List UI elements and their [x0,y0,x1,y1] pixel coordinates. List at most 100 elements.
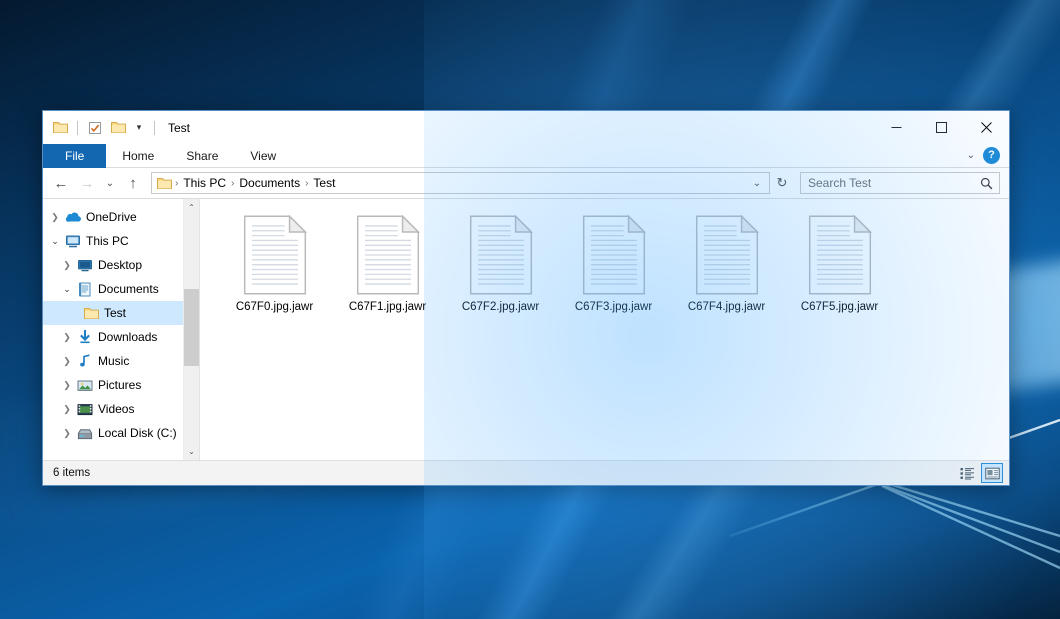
sidebar-item-label: Downloads [95,330,157,344]
file-item[interactable]: C67F5.jpg.jawr [783,211,896,329]
sidebar-item-this-pc[interactable]: ⌄ This PC [43,229,183,253]
scroll-up-button[interactable]: ⌃ [184,199,200,216]
help-icon[interactable]: ? [983,147,1000,164]
breadcrumb-item-this-pc[interactable]: This PC [179,176,230,190]
chevron-right-icon[interactable]: ❯ [59,428,75,439]
tab-file[interactable]: File [43,144,106,168]
file-name: C67F1.jpg.jawr [349,301,426,315]
large-icons-view-button[interactable] [981,463,1003,483]
search-icon[interactable] [978,177,995,190]
downloads-icon [75,330,95,344]
sidebar-item-label: Music [95,354,129,368]
search-box[interactable] [800,172,1000,194]
window-controls [874,111,1009,144]
file-name: C67F4.jpg.jawr [688,301,765,315]
sidebar-item-pictures[interactable]: ❯ Pictures [43,373,183,397]
breadcrumb-item-test[interactable]: Test [309,176,339,190]
status-bar: 6 items [43,460,1009,485]
qat-dropdown-icon[interactable]: ▾ [132,123,146,132]
documents-icon [75,282,95,297]
file-name: C67F0.jpg.jawr [236,301,313,315]
music-icon [75,354,95,368]
sidebar-item-onedrive[interactable]: ❯ OneDrive [43,205,183,229]
generic-file-icon [808,215,872,295]
folder-icon[interactable] [51,119,69,137]
sidebar-item-videos[interactable]: ❯ Videos [43,397,183,421]
sidebar-item-label: Pictures [95,378,141,392]
minimize-button[interactable] [874,111,919,144]
file-explorer-window: ▾ Test File Home Share View [42,110,1010,486]
chevron-down-icon[interactable]: ⌄ [47,236,63,247]
chevron-right-icon[interactable]: ❯ [59,356,75,367]
breadcrumb-dropdown-icon[interactable]: ⌄ [747,173,767,193]
maximize-button[interactable] [919,111,964,144]
sidebar-item-label: This PC [83,234,129,248]
sidebar-item-label: Test [101,306,126,320]
window-body: ❯ OneDrive ⌄ [43,198,1009,460]
file-name: C67F5.jpg.jawr [801,301,878,315]
chevron-right-icon[interactable]: ❯ [59,260,75,271]
pictures-icon [75,379,95,392]
onedrive-icon [63,211,83,223]
sidebar-item-label: Documents [95,282,159,296]
generic-file-icon [469,215,533,295]
navigation-scrollbar[interactable]: ⌃ ⌄ [183,199,199,460]
sidebar-item-label: Local Disk (C:) [95,426,177,440]
sidebar-item-documents[interactable]: ⌄ Documents [43,277,183,301]
qat-separator [77,121,78,135]
view-toggle-group [956,463,1003,483]
navigation-list: ❯ OneDrive ⌄ [43,199,183,460]
generic-file-icon [243,215,307,295]
tab-view[interactable]: View [234,144,292,168]
properties-icon[interactable] [86,119,104,137]
chevron-down-icon[interactable]: ⌄ [967,150,975,161]
file-list-view[interactable]: C67F0.jpg.jawr C67F1.jpg.jawr [200,199,1009,460]
generic-file-icon [582,215,646,295]
scroll-down-button[interactable]: ⌄ [184,443,200,460]
file-item[interactable]: C67F3.jpg.jawr [557,211,670,329]
sidebar-item-label: Videos [95,402,134,416]
title-bar: ▾ Test [43,111,1009,144]
sidebar-item-local-disk-c[interactable]: ❯ Local Disk (C:) [43,421,183,445]
close-button[interactable] [964,111,1009,144]
recent-locations-button[interactable]: ⌄ [101,171,119,195]
file-item[interactable]: C67F1.jpg.jawr [331,211,444,329]
sidebar-item-desktop[interactable]: ❯ Desktop [43,253,183,277]
desktop-icon [75,259,95,272]
file-name: C67F3.jpg.jawr [575,301,652,315]
file-name: C67F2.jpg.jawr [462,301,539,315]
desktop-wallpaper: ▾ Test File Home Share View [0,0,1060,619]
chevron-down-icon[interactable]: ⌄ [59,284,75,295]
sidebar-item-music[interactable]: ❯ Music [43,349,183,373]
ribbon-tab-strip: File Home Share View ⌄ ? [43,144,1009,168]
breadcrumb[interactable]: › This PC › Documents › Test ⌄ [151,172,770,194]
up-button[interactable]: ↑ [121,171,145,195]
sidebar-item-label: Desktop [95,258,142,272]
tab-home[interactable]: Home [106,144,170,168]
file-item[interactable]: C67F2.jpg.jawr [444,211,557,329]
generic-file-icon [356,215,420,295]
breadcrumb-item-documents[interactable]: Documents [235,176,304,190]
refresh-button[interactable]: ↻ [772,173,792,193]
search-input[interactable] [808,176,978,190]
breadcrumb-path: › This PC › Documents › Test [174,176,747,190]
tab-share[interactable]: Share [170,144,234,168]
sidebar-item-downloads[interactable]: ❯ Downloads [43,325,183,349]
computer-icon [63,235,83,248]
chevron-right-icon[interactable]: ❯ [59,404,75,415]
chevron-right-icon[interactable]: ❯ [59,332,75,343]
chevron-right-icon[interactable]: ❯ [59,380,75,391]
back-button[interactable]: ← [49,171,73,195]
chevron-right-icon[interactable]: ❯ [47,212,63,223]
generic-file-icon [695,215,759,295]
new-folder-icon[interactable] [109,119,127,137]
scrollbar-track[interactable] [184,216,200,443]
sidebar-item-test[interactable]: Test [43,301,183,325]
scrollbar-thumb[interactable] [184,289,200,366]
file-item[interactable]: C67F0.jpg.jawr [218,211,331,329]
file-item[interactable]: C67F4.jpg.jawr [670,211,783,329]
navigation-pane: ❯ OneDrive ⌄ [43,199,200,460]
details-view-button[interactable] [956,463,978,483]
qat-separator-2 [154,121,155,135]
forward-button: → [75,171,99,195]
